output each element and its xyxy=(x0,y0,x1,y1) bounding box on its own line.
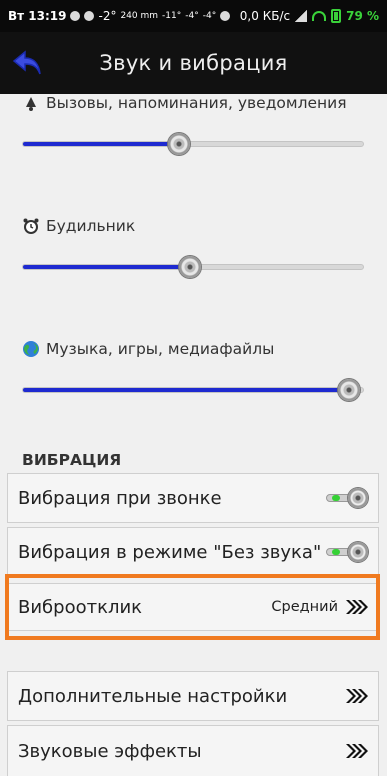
vibration-section-title: ВИБРАЦИЯ xyxy=(22,451,122,469)
page-title: Звук и вибрация xyxy=(99,51,288,75)
notification-icon xyxy=(220,11,231,21)
slider-thumb[interactable] xyxy=(338,379,360,401)
media-volume-slider[interactable] xyxy=(22,379,364,401)
additional-settings-label: Дополнительные настройки xyxy=(18,685,288,707)
alarm-volume-slider[interactable] xyxy=(22,256,364,278)
temp-indicator-2: -11° xyxy=(162,11,182,21)
wifi-icon xyxy=(312,11,327,21)
temp-indicator-3: -4° xyxy=(185,11,199,21)
calls-volume-label-row: Вызовы, напоминания, уведомления xyxy=(22,94,347,112)
back-arrow-icon xyxy=(12,50,41,75)
toggle-knob xyxy=(348,488,368,508)
alarm-volume-label-row: Будильник xyxy=(22,217,135,235)
settings-content: Вызовы, напоминания, уведомления Будильн… xyxy=(0,94,387,776)
battery-icon xyxy=(331,9,342,23)
arrow-right-icon xyxy=(346,689,368,703)
bell-icon xyxy=(26,97,36,111)
arrow-right-icon xyxy=(346,744,368,758)
app-header: Звук и вибрация xyxy=(0,32,387,94)
slider-thumb[interactable] xyxy=(168,133,190,155)
globe-icon xyxy=(23,341,39,357)
media-volume-label-row: Музыка, игры, медиафайлы xyxy=(22,340,274,358)
calls-volume-label: Вызовы, напоминания, уведомления xyxy=(46,94,347,112)
back-button[interactable] xyxy=(0,32,54,94)
vibrate-silent-row[interactable]: Вибрация в режиме "Без звука" xyxy=(7,527,379,577)
vibrate-silent-toggle[interactable] xyxy=(326,542,368,562)
alarm-clock-icon xyxy=(23,218,39,234)
slider-fill xyxy=(23,388,349,392)
haptic-feedback-label: Виброотклик xyxy=(18,596,143,618)
status-bar: Вт 13:19 -2° 240 mm -11° -4° -4° 0,0 КБ/… xyxy=(0,0,387,32)
toggle-knob xyxy=(348,542,368,562)
rain-indicator: 240 mm xyxy=(120,11,159,21)
slider-fill xyxy=(23,265,190,269)
signal-icon xyxy=(295,10,308,22)
sound-effects-label: Звуковые эффекты xyxy=(18,740,202,762)
status-time: Вт 13:19 xyxy=(8,9,67,23)
sound-effects-row[interactable]: Звуковые эффекты xyxy=(7,725,379,776)
arrow-right-icon xyxy=(346,600,368,614)
haptic-feedback-value: Средний xyxy=(271,599,338,615)
calls-volume-slider[interactable] xyxy=(22,133,364,155)
toggle-on-indicator xyxy=(332,495,340,501)
haptic-feedback-row[interactable]: Виброотклик Средний xyxy=(7,583,379,631)
media-volume-label: Музыка, игры, медиафайлы xyxy=(46,340,275,358)
toggle-on-indicator xyxy=(332,549,340,555)
shield-icon xyxy=(70,11,81,21)
alarm-volume-label: Будильник xyxy=(46,217,136,235)
vibrate-on-ring-toggle[interactable] xyxy=(326,488,368,508)
slider-fill xyxy=(23,142,179,146)
battery-percent: 79 % xyxy=(346,9,379,23)
temp-indicator-4: -4° xyxy=(202,11,217,21)
whatsapp-icon xyxy=(84,11,95,21)
vibrate-on-ring-label: Вибрация при звонке xyxy=(18,487,222,509)
temp-indicator: -2° xyxy=(98,9,117,23)
net-speed: 0,0 КБ/с xyxy=(239,9,291,23)
vibrate-on-ring-row[interactable]: Вибрация при звонке xyxy=(7,473,379,523)
additional-settings-row[interactable]: Дополнительные настройки xyxy=(7,671,379,721)
slider-thumb[interactable] xyxy=(179,256,201,278)
vibrate-silent-label: Вибрация в режиме "Без звука" xyxy=(18,541,322,563)
